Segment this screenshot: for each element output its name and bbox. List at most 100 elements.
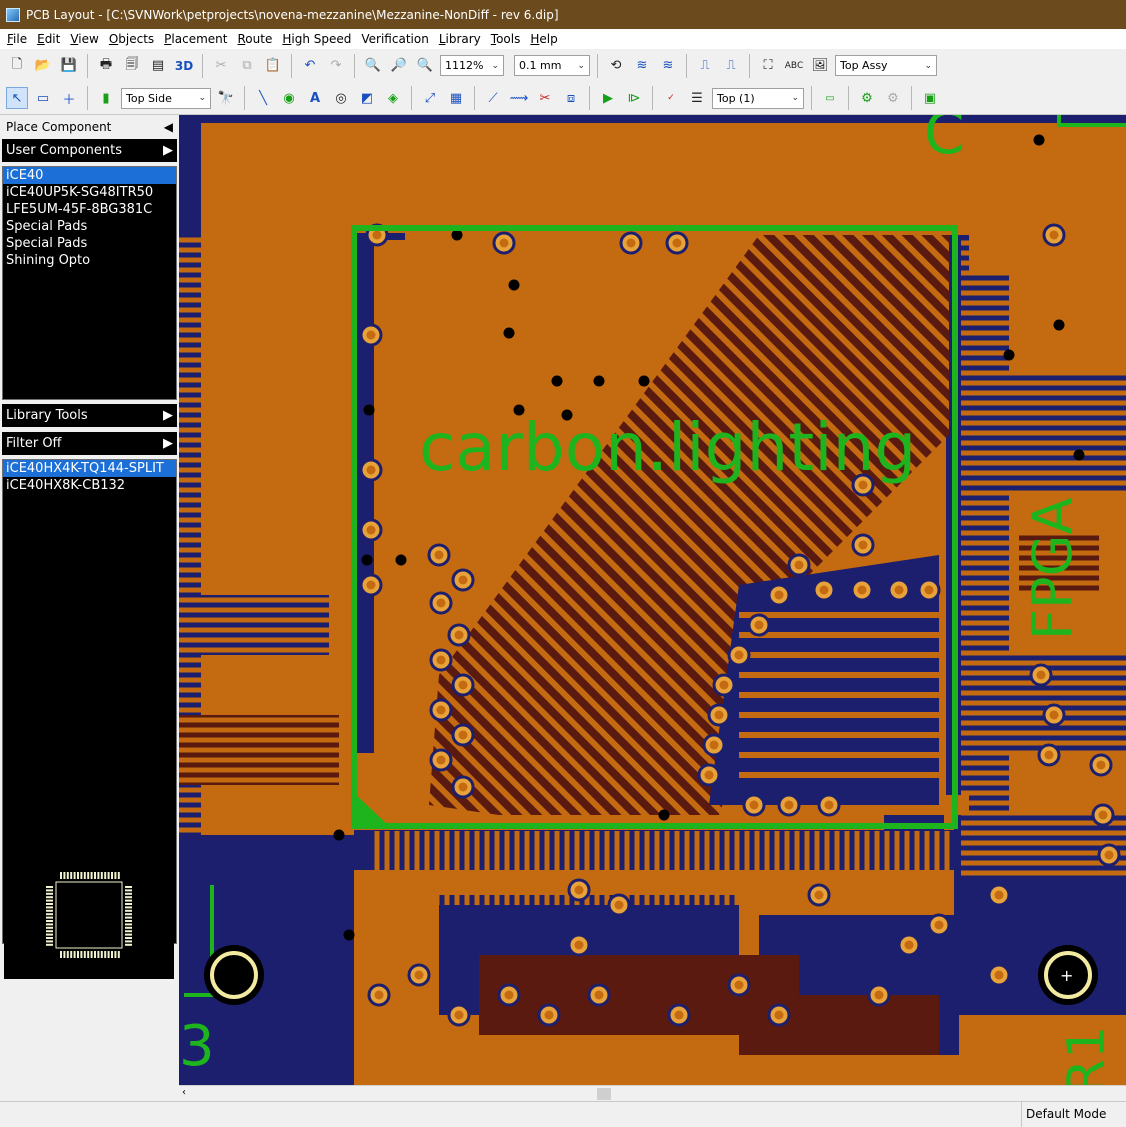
separator xyxy=(589,86,590,110)
place-component-icon[interactable]: ▮ xyxy=(95,87,117,109)
text-icon[interactable]: ABC xyxy=(783,55,805,77)
library-tools-header[interactable]: Library Tools ▶ xyxy=(2,404,177,427)
scrollbar-thumb[interactable] xyxy=(597,1088,611,1100)
select-arrow-icon[interactable]: ↖ xyxy=(6,87,28,109)
ratsnest-icon[interactable]: ⟲ xyxy=(605,55,627,77)
paste-icon[interactable]: 📋 xyxy=(262,55,284,77)
run-icon[interactable]: ▶ xyxy=(597,87,619,109)
pattern-pad xyxy=(83,872,86,879)
copper-pour-icon[interactable]: ◈ xyxy=(382,87,404,109)
via-hole xyxy=(594,990,604,1000)
drc-icon[interactable]: ✓ xyxy=(660,87,682,109)
drc-report-icon[interactable]: ☰ xyxy=(686,87,708,109)
net-icon[interactable]: ⚙ xyxy=(856,87,878,109)
new-file-icon[interactable]: 🗋 xyxy=(6,55,28,77)
via-hole xyxy=(1104,850,1114,860)
user-components-header[interactable]: User Components ▶ xyxy=(2,139,177,162)
menu-item[interactable]: Objects xyxy=(104,32,159,46)
zoom-fit-icon[interactable]: 🔍 xyxy=(414,55,436,77)
polygon-icon[interactable]: ◩ xyxy=(356,87,378,109)
via-icon[interactable]: ◉ xyxy=(278,87,300,109)
filter-header[interactable]: Filter Off ▶ xyxy=(2,432,177,455)
pattern-pad xyxy=(97,951,100,958)
cut-icon[interactable]: ✂ xyxy=(210,55,232,77)
separator xyxy=(652,86,653,110)
route-icon[interactable]: ≋ xyxy=(631,55,653,77)
via-hole xyxy=(904,940,914,950)
horizontal-scrollbar[interactable]: ‹ xyxy=(179,1085,1126,1101)
list-item[interactable]: Special Pads xyxy=(3,218,176,235)
redo-icon[interactable]: ↷ xyxy=(325,55,347,77)
layers-icon[interactable]: ▭ xyxy=(819,87,841,109)
properties-icon[interactable]: ▣ xyxy=(919,87,941,109)
pattern-pad xyxy=(125,943,132,946)
view-3d-button[interactable]: 3D xyxy=(173,55,195,77)
menu-item[interactable]: Placement xyxy=(159,32,232,46)
report-icon[interactable]: ▤ xyxy=(147,55,169,77)
list-item[interactable]: Special Pads xyxy=(3,235,176,252)
crosshair-icon[interactable]: ＋ xyxy=(58,87,80,109)
pattern-pad xyxy=(125,930,132,933)
unroute-icon[interactable]: ≋ xyxy=(657,55,679,77)
menu-item[interactable]: View xyxy=(65,32,103,46)
menu-item[interactable]: Tools xyxy=(486,32,526,46)
small-via xyxy=(1053,319,1065,331)
ruler-icon[interactable]: ▭ xyxy=(32,87,54,109)
undo-icon[interactable]: ↶ xyxy=(299,55,321,77)
pcb-canvas[interactable]: carbon.lighting FPGA R1 C 3 + xyxy=(179,115,1126,1085)
delete-trace-icon[interactable]: ✂ xyxy=(534,87,556,109)
menu-item[interactable]: High Speed xyxy=(277,32,356,46)
via-hole xyxy=(754,620,764,630)
menu-item[interactable]: Help xyxy=(525,32,562,46)
net-off-icon[interactable]: ⚙ xyxy=(882,87,904,109)
print-preview-icon[interactable]: 🗐 xyxy=(121,55,143,77)
menu-item[interactable]: Edit xyxy=(32,32,65,46)
pulse-icon[interactable]: ⎍ xyxy=(720,55,742,77)
signal-icon[interactable]: ⎍ xyxy=(694,55,716,77)
picture-icon[interactable]: 🖼 xyxy=(809,55,831,77)
component-group-list[interactable]: iCE40 iCE40UP5K-SG48ITR50 LFE5UM-45F-8BG38… xyxy=(2,166,177,400)
text-tool-icon[interactable]: A xyxy=(304,87,326,109)
pattern-pad xyxy=(100,872,103,879)
copy-icon[interactable]: ⧉ xyxy=(236,55,258,77)
collapse-left-icon[interactable]: ◀ xyxy=(164,120,173,134)
print-icon[interactable]: 🖶 xyxy=(95,55,117,77)
dimension-icon[interactable]: ⤢ xyxy=(419,87,441,109)
small-via xyxy=(1003,349,1015,361)
assembly-select[interactable]: Top Assy ⌄ xyxy=(835,55,937,76)
zoom-in-icon[interactable]: 🔍 xyxy=(362,55,384,77)
list-item[interactable]: iCE40HX8K-CB132 xyxy=(3,477,176,494)
open-folder-icon[interactable]: 📂 xyxy=(32,55,54,77)
list-item[interactable]: LFE5UM-45F-8BG381C xyxy=(3,201,176,218)
zoom-select[interactable]: 1112% ⌄ xyxy=(440,55,504,76)
save-icon[interactable]: 💾 xyxy=(58,55,80,77)
pcb-board[interactable]: carbon.lighting FPGA R1 C 3 + xyxy=(179,115,1126,1085)
layer-select[interactable]: Top (1) ⌄ xyxy=(712,87,804,109)
menu-item[interactable]: File xyxy=(2,32,32,46)
table-icon[interactable]: ▦ xyxy=(445,87,467,109)
run-step-icon[interactable]: ⧐ xyxy=(623,87,645,109)
component-icon[interactable]: ⛶ xyxy=(757,55,779,77)
scroll-left-icon[interactable]: ‹ xyxy=(182,1087,186,1098)
via-hole xyxy=(574,885,584,895)
substrate-area xyxy=(179,115,1126,123)
menu-item[interactable]: Route xyxy=(232,32,277,46)
side-select[interactable]: Top Side ⌄ xyxy=(121,87,211,109)
list-item[interactable]: iCE40 xyxy=(3,167,176,184)
list-item[interactable]: iCE40UP5K-SG48ITR50 xyxy=(3,184,176,201)
trace-icon[interactable]: ⟋ xyxy=(482,87,504,109)
menu-item[interactable]: Library xyxy=(434,32,486,46)
pad-icon[interactable]: ◎ xyxy=(330,87,352,109)
find-binoculars-icon[interactable]: 🔭 xyxy=(215,87,237,109)
via-hole xyxy=(894,585,904,595)
list-item[interactable]: iCE40HX4K-TQ144-SPLIT xyxy=(3,460,176,477)
zoom-out-icon[interactable]: 🔎 xyxy=(388,55,410,77)
push-trace-icon[interactable]: ⟿ xyxy=(508,87,530,109)
component-move-icon[interactable]: ⧈ xyxy=(560,87,582,109)
silk-text-carbon: carbon.lighting xyxy=(419,409,916,486)
pattern-pad xyxy=(111,872,113,879)
line-icon[interactable]: ╲ xyxy=(252,87,274,109)
grid-select[interactable]: 0.1 mm ⌄ xyxy=(514,55,590,76)
list-item[interactable]: Shining Opto xyxy=(3,252,176,269)
menu-item[interactable]: Verification xyxy=(356,32,433,46)
